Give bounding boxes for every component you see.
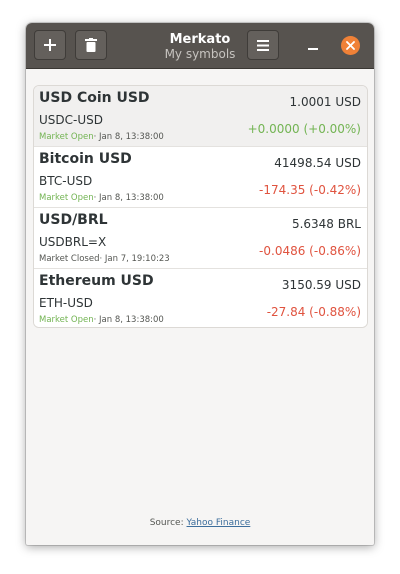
symbol-row[interactable]: Ethereum USD ETH-USD Market Open· Jan 8,… — [34, 269, 367, 327]
market-state: Market Open — [39, 193, 94, 203]
market-status: Market Open· Jan 8, 13:38:00 — [39, 193, 164, 203]
close-icon — [346, 41, 355, 50]
symbol-name: USD Coin USD — [39, 90, 150, 106]
symbol-price: 3150.59 USD — [281, 278, 361, 292]
hamburger-menu-icon — [257, 39, 269, 51]
market-timestamp: · Jan 7, 19:10:23 — [99, 254, 170, 264]
add-symbol-button[interactable] — [34, 30, 66, 60]
symbol-code: BTC-USD — [39, 174, 93, 188]
market-state: Market Open — [39, 315, 94, 325]
market-timestamp: · Jan 8, 13:38:00 — [93, 193, 164, 203]
app-window: Merkato My symbols USD Coin USD USDC-USD… — [26, 23, 374, 545]
symbol-code: USDBRL=X — [39, 235, 107, 249]
market-state: Market Closed — [39, 254, 100, 264]
trash-icon — [85, 38, 97, 52]
symbol-price: 1.0001 USD — [289, 95, 361, 109]
header-bar: Merkato My symbols — [26, 23, 374, 69]
close-button[interactable] — [341, 36, 360, 55]
market-timestamp: · Jan 8, 13:38:00 — [93, 315, 164, 325]
symbol-change: -0.0486 (-0.86%) — [259, 244, 361, 258]
symbol-price: 5.6348 BRL — [291, 217, 361, 231]
market-status: Market Open· Jan 8, 13:38:00 — [39, 315, 164, 325]
symbols-list: USD Coin USD USDC-USD Market Open· Jan 8… — [33, 85, 368, 328]
symbol-code: ETH-USD — [39, 296, 93, 310]
symbol-name: Ethereum USD — [39, 273, 154, 289]
delete-symbol-button[interactable] — [75, 30, 107, 60]
minimize-icon — [308, 48, 318, 50]
source-label: Source: — [149, 518, 184, 528]
symbol-change: -174.35 (-0.42%) — [259, 183, 361, 197]
symbol-name: USD/BRL — [39, 212, 108, 228]
source-link[interactable]: Yahoo Finance — [187, 518, 251, 528]
symbol-change: +0.0000 (+0.00%) — [247, 122, 361, 136]
market-state: Market Open — [39, 132, 94, 142]
symbol-row[interactable]: USD Coin USD USDC-USD Market Open· Jan 8… — [34, 86, 367, 147]
symbol-name: Bitcoin USD — [39, 151, 132, 167]
symbol-change: -27.84 (-0.88%) — [266, 305, 361, 319]
symbol-row[interactable]: USD/BRL USDBRL=X Market Closed· Jan 7, 1… — [34, 208, 367, 269]
minimize-button[interactable] — [303, 36, 323, 56]
symbol-code: USDC-USD — [39, 113, 103, 127]
symbol-price: 41498.54 USD — [274, 156, 361, 170]
market-status: Market Open· Jan 8, 13:38:00 — [39, 132, 164, 142]
symbol-row[interactable]: Bitcoin USD BTC-USD Market Open· Jan 8, … — [34, 147, 367, 208]
market-status: Market Closed· Jan 7, 19:10:23 — [39, 254, 170, 264]
source-footer: Source: Yahoo Finance — [26, 518, 374, 528]
main-menu-button[interactable] — [247, 30, 279, 60]
plus-icon — [44, 39, 56, 51]
market-timestamp: · Jan 8, 13:38:00 — [93, 132, 164, 142]
